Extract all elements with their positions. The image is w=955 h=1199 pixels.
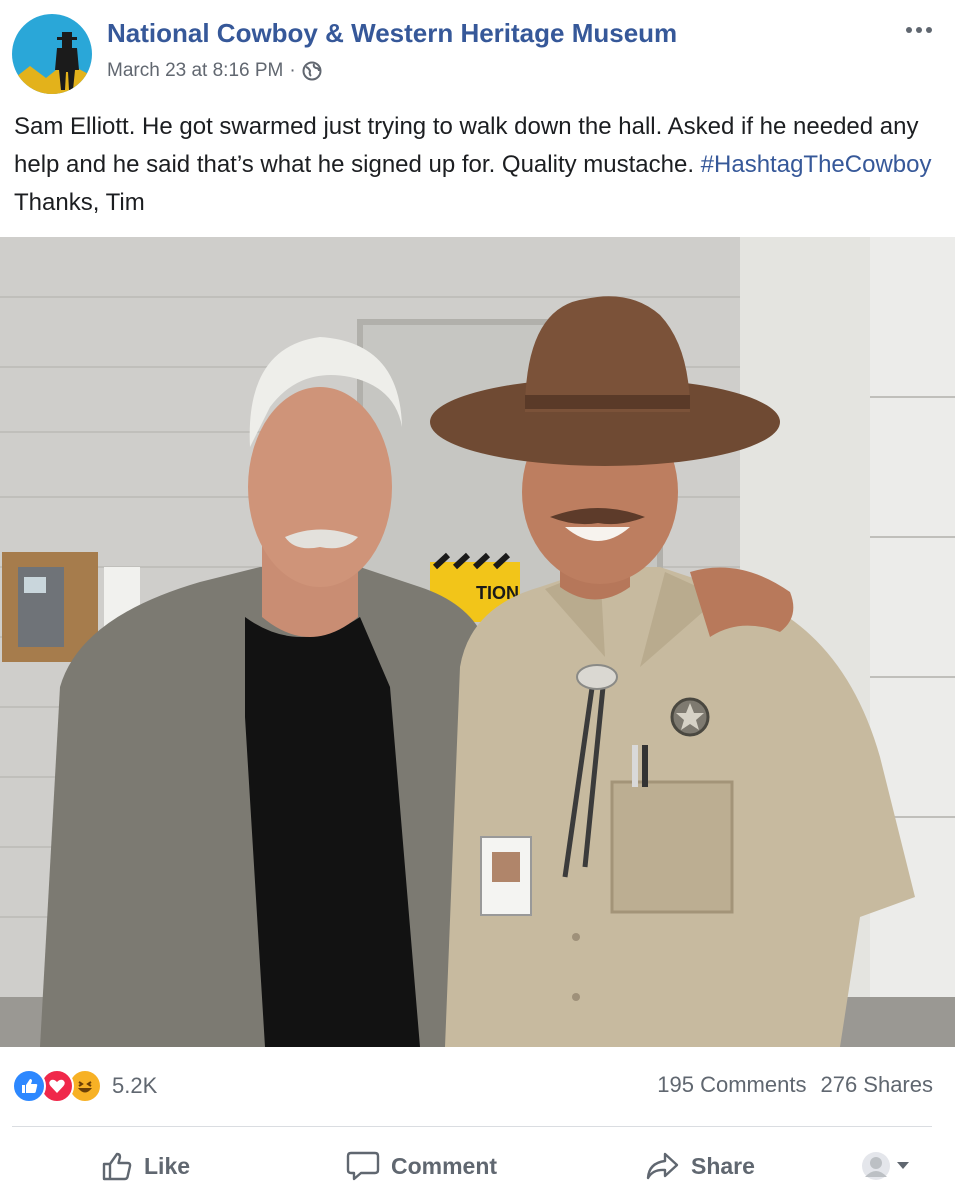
reaction-count: 5.2K (112, 1073, 158, 1098)
meta-separator: · (289, 60, 296, 81)
profile-avatar-icon (860, 1150, 892, 1182)
like-label: Like (144, 1152, 191, 1179)
comment-bubble-icon (345, 1149, 381, 1183)
post-header: National Cowboy & Western Heritage Museu… (0, 0, 955, 100)
post-timestamp[interactable]: March 23 at 8:16 PM (107, 60, 283, 82)
chevron-down-icon (896, 1161, 910, 1171)
thumbs-up-icon (100, 1149, 134, 1183)
hashtag-link[interactable]: #HashtagTheCowboy (701, 151, 932, 178)
post-actions: Like Comment Share (0, 1140, 955, 1192)
like-reaction-icon (12, 1069, 46, 1103)
more-options-button[interactable] (899, 18, 939, 42)
page-avatar[interactable] (12, 14, 92, 94)
facebook-post: National Cowboy & Western Heritage Museu… (0, 0, 955, 1199)
comments-count-link[interactable]: 195 Comments (657, 1072, 806, 1098)
engagement-counts: 195 Comments 276 Shares (657, 1072, 933, 1098)
like-button[interactable]: Like (100, 1140, 190, 1192)
page-name-link[interactable]: National Cowboy & Western Heritage Museu… (107, 18, 677, 49)
post-text-part: Thanks, Tim (14, 189, 145, 216)
post-photo[interactable]: TION (0, 237, 955, 1047)
more-dot-icon (906, 27, 912, 33)
page-logo (12, 14, 92, 94)
comment-button[interactable]: Comment (345, 1140, 497, 1192)
reactions-summary[interactable]: 5.2K (12, 1066, 157, 1106)
actions-divider (12, 1126, 932, 1127)
shares-count-link[interactable]: 276 Shares (820, 1072, 933, 1098)
post-body-text: Sam Elliott. He got swarmed just trying … (14, 108, 944, 222)
more-dot-icon (916, 27, 922, 33)
globe-icon[interactable] (302, 61, 322, 81)
share-label: Share (691, 1152, 755, 1179)
post-meta: March 23 at 8:16 PM · (107, 60, 322, 82)
more-dot-icon (926, 27, 932, 33)
comment-as-selector[interactable] (860, 1140, 910, 1192)
share-button[interactable]: Share (645, 1140, 755, 1192)
share-arrow-icon (645, 1150, 681, 1182)
photo-illustration: TION (0, 237, 955, 1047)
comment-label: Comment (391, 1152, 498, 1179)
